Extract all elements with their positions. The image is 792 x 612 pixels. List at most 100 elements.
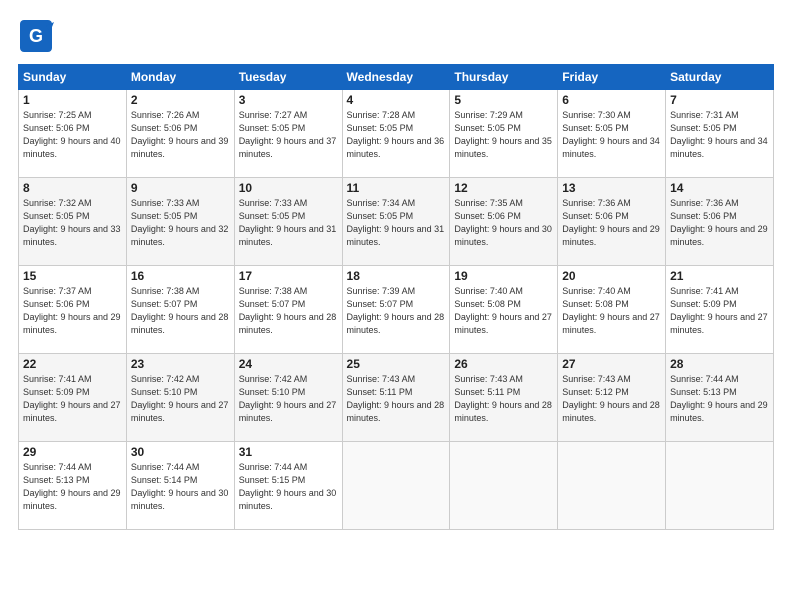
day-info: Sunrise: 7:29 AMSunset: 5:05 PMDaylight:…: [454, 109, 553, 161]
calendar-cell: 26 Sunrise: 7:43 AMSunset: 5:11 PMDayligh…: [450, 354, 558, 442]
calendar-cell: 6Sunrise: 7:30 AMSunset: 5:05 PMDaylight…: [558, 90, 666, 178]
week-row-5: 29 Sunrise: 7:44 AMSunset: 5:13 PMDayligh…: [19, 442, 774, 530]
weekday-header-tuesday: Tuesday: [234, 65, 342, 90]
calendar-cell: 15 Sunrise: 7:37 AMSunset: 5:06 PMDayligh…: [19, 266, 127, 354]
day-info: Sunrise: 7:42 AMSunset: 5:10 PMDaylight:…: [239, 373, 338, 425]
weekday-header-thursday: Thursday: [450, 65, 558, 90]
day-number: 6: [562, 93, 661, 107]
calendar-cell: 25 Sunrise: 7:43 AMSunset: 5:11 PMDayligh…: [342, 354, 450, 442]
day-info: Sunrise: 7:43 AMSunset: 5:12 PMDaylight:…: [562, 373, 661, 425]
weekday-header-friday: Friday: [558, 65, 666, 90]
calendar-cell: 24 Sunrise: 7:42 AMSunset: 5:10 PMDayligh…: [234, 354, 342, 442]
day-number: 9: [131, 181, 230, 195]
day-number: 12: [454, 181, 553, 195]
svg-text:G: G: [29, 26, 43, 46]
calendar: SundayMondayTuesdayWednesdayThursdayFrid…: [18, 64, 774, 530]
day-info: Sunrise: 7:44 AMSunset: 5:15 PMDaylight:…: [239, 461, 338, 513]
day-info: Sunrise: 7:38 AMSunset: 5:07 PMDaylight:…: [131, 285, 230, 337]
day-number: 17: [239, 269, 338, 283]
day-number: 31: [239, 445, 338, 459]
calendar-cell: 22 Sunrise: 7:41 AMSunset: 5:09 PMDayligh…: [19, 354, 127, 442]
header: G: [18, 18, 774, 54]
calendar-cell: 30Sunrise: 7:44 AMSunset: 5:14 PMDayligh…: [126, 442, 234, 530]
day-number: 16: [131, 269, 230, 283]
weekday-header-saturday: Saturday: [666, 65, 774, 90]
day-number: 1: [23, 93, 122, 107]
day-info: Sunrise: 7:27 AMSunset: 5:05 PMDaylight:…: [239, 109, 338, 161]
calendar-cell: 12Sunrise: 7:35 AMSunset: 5:06 PMDayligh…: [450, 178, 558, 266]
weekday-header-sunday: Sunday: [19, 65, 127, 90]
day-info: Sunrise: 7:38 AMSunset: 5:07 PMDaylight:…: [239, 285, 338, 337]
calendar-cell: 16 Sunrise: 7:38 AMSunset: 5:07 PMDayligh…: [126, 266, 234, 354]
day-number: 4: [347, 93, 446, 107]
day-number: 7: [670, 93, 769, 107]
day-info: Sunrise: 7:33 AMSunset: 5:05 PMDaylight:…: [239, 197, 338, 249]
logo: G: [18, 18, 58, 54]
calendar-cell: 27 Sunrise: 7:43 AMSunset: 5:12 PMDayligh…: [558, 354, 666, 442]
calendar-cell: 23 Sunrise: 7:42 AMSunset: 5:10 PMDayligh…: [126, 354, 234, 442]
day-number: 25: [347, 357, 446, 371]
day-info: Sunrise: 7:26 AMSunset: 5:06 PMDaylight:…: [131, 109, 230, 161]
day-number: 20: [562, 269, 661, 283]
calendar-cell: 31 Sunrise: 7:44 AMSunset: 5:15 PMDayligh…: [234, 442, 342, 530]
day-number: 18: [347, 269, 446, 283]
weekday-header-monday: Monday: [126, 65, 234, 90]
calendar-cell: 21 Sunrise: 7:41 AMSunset: 5:09 PMDayligh…: [666, 266, 774, 354]
calendar-cell: 28 Sunrise: 7:44 AMSunset: 5:13 PMDayligh…: [666, 354, 774, 442]
day-number: 26: [454, 357, 553, 371]
day-info: Sunrise: 7:36 AMSunset: 5:06 PMDaylight:…: [670, 197, 769, 249]
calendar-cell: 18 Sunrise: 7:39 AMSunset: 5:07 PMDayligh…: [342, 266, 450, 354]
day-info: Sunrise: 7:43 AMSunset: 5:11 PMDaylight:…: [454, 373, 553, 425]
day-number: 30: [131, 445, 230, 459]
calendar-cell: 2 Sunrise: 7:26 AMSunset: 5:06 PMDaylight…: [126, 90, 234, 178]
day-number: 22: [23, 357, 122, 371]
day-info: Sunrise: 7:31 AMSunset: 5:05 PMDaylight:…: [670, 109, 769, 161]
calendar-cell: 19Sunrise: 7:40 AMSunset: 5:08 PMDayligh…: [450, 266, 558, 354]
calendar-cell: 4Sunrise: 7:28 AMSunset: 5:05 PMDaylight…: [342, 90, 450, 178]
day-number: 13: [562, 181, 661, 195]
day-info: Sunrise: 7:42 AMSunset: 5:10 PMDaylight:…: [131, 373, 230, 425]
day-number: 19: [454, 269, 553, 283]
day-number: 2: [131, 93, 230, 107]
weekday-header-row: SundayMondayTuesdayWednesdayThursdayFrid…: [19, 65, 774, 90]
calendar-cell: 9 Sunrise: 7:33 AMSunset: 5:05 PMDaylight…: [126, 178, 234, 266]
day-number: 14: [670, 181, 769, 195]
week-row-3: 15 Sunrise: 7:37 AMSunset: 5:06 PMDayligh…: [19, 266, 774, 354]
calendar-cell: 5 Sunrise: 7:29 AMSunset: 5:05 PMDaylight…: [450, 90, 558, 178]
day-number: 28: [670, 357, 769, 371]
day-info: Sunrise: 7:44 AMSunset: 5:13 PMDaylight:…: [23, 461, 122, 513]
week-row-1: 1 Sunrise: 7:25 AMSunset: 5:06 PMDaylight…: [19, 90, 774, 178]
calendar-cell: 7 Sunrise: 7:31 AMSunset: 5:05 PMDaylight…: [666, 90, 774, 178]
day-number: 15: [23, 269, 122, 283]
day-number: 27: [562, 357, 661, 371]
day-number: 29: [23, 445, 122, 459]
page: G SundayMondayTuesdayWednesdayThursdayFr…: [0, 0, 792, 612]
calendar-cell: [666, 442, 774, 530]
day-number: 3: [239, 93, 338, 107]
day-info: Sunrise: 7:25 AMSunset: 5:06 PMDaylight:…: [23, 109, 122, 161]
calendar-cell: 1 Sunrise: 7:25 AMSunset: 5:06 PMDaylight…: [19, 90, 127, 178]
day-info: Sunrise: 7:44 AMSunset: 5:13 PMDaylight:…: [670, 373, 769, 425]
calendar-cell: 14 Sunrise: 7:36 AMSunset: 5:06 PMDayligh…: [666, 178, 774, 266]
week-row-2: 8 Sunrise: 7:32 AMSunset: 5:05 PMDaylight…: [19, 178, 774, 266]
day-info: Sunrise: 7:33 AMSunset: 5:05 PMDaylight:…: [131, 197, 230, 249]
day-info: Sunrise: 7:37 AMSunset: 5:06 PMDaylight:…: [23, 285, 122, 337]
week-row-4: 22 Sunrise: 7:41 AMSunset: 5:09 PMDayligh…: [19, 354, 774, 442]
day-number: 23: [131, 357, 230, 371]
calendar-cell: [450, 442, 558, 530]
day-info: Sunrise: 7:39 AMSunset: 5:07 PMDaylight:…: [347, 285, 446, 337]
day-info: Sunrise: 7:34 AMSunset: 5:05 PMDaylight:…: [347, 197, 446, 249]
day-number: 24: [239, 357, 338, 371]
day-info: Sunrise: 7:32 AMSunset: 5:05 PMDaylight:…: [23, 197, 122, 249]
day-info: Sunrise: 7:43 AMSunset: 5:11 PMDaylight:…: [347, 373, 446, 425]
day-number: 11: [347, 181, 446, 195]
day-number: 8: [23, 181, 122, 195]
calendar-cell: 11 Sunrise: 7:34 AMSunset: 5:05 PMDayligh…: [342, 178, 450, 266]
day-number: 21: [670, 269, 769, 283]
calendar-cell: 3 Sunrise: 7:27 AMSunset: 5:05 PMDaylight…: [234, 90, 342, 178]
day-info: Sunrise: 7:41 AMSunset: 5:09 PMDaylight:…: [670, 285, 769, 337]
day-number: 5: [454, 93, 553, 107]
calendar-cell: 29 Sunrise: 7:44 AMSunset: 5:13 PMDayligh…: [19, 442, 127, 530]
calendar-cell: [342, 442, 450, 530]
day-info: Sunrise: 7:41 AMSunset: 5:09 PMDaylight:…: [23, 373, 122, 425]
